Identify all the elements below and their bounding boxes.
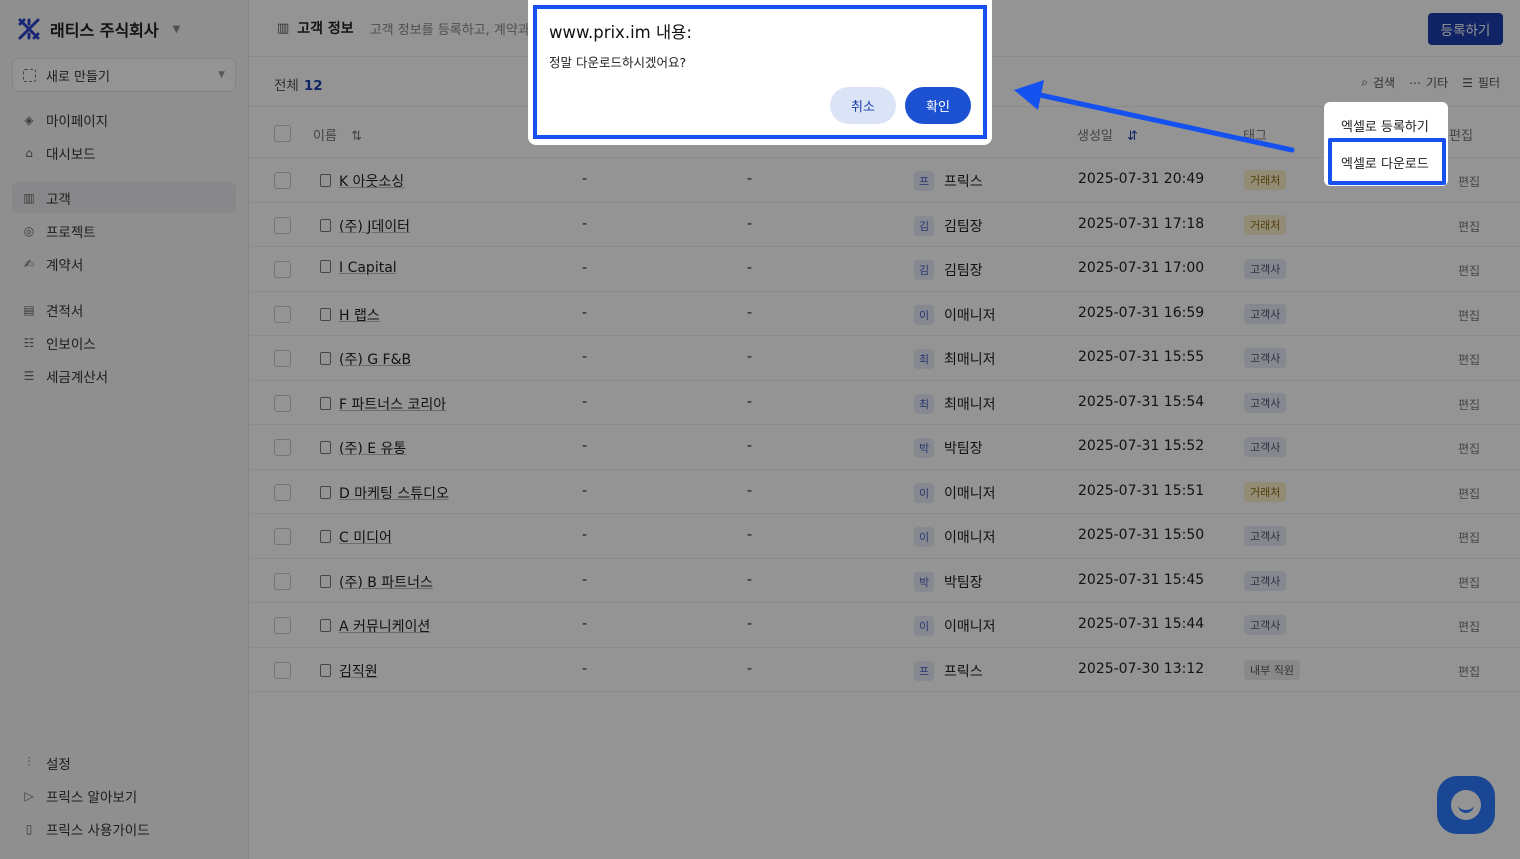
menu-item-excel-upload[interactable]: 엑셀로 등록하기 [1341, 116, 1429, 135]
cancel-button[interactable]: 취소 [830, 87, 896, 124]
confirm-button[interactable]: 확인 [905, 87, 971, 124]
dialog-message: 정말 다운로드하시겠어요? [549, 55, 687, 70]
annotation-highlight-box [1328, 138, 1446, 185]
dialog-title: www.prix.im 내용: [549, 23, 692, 42]
